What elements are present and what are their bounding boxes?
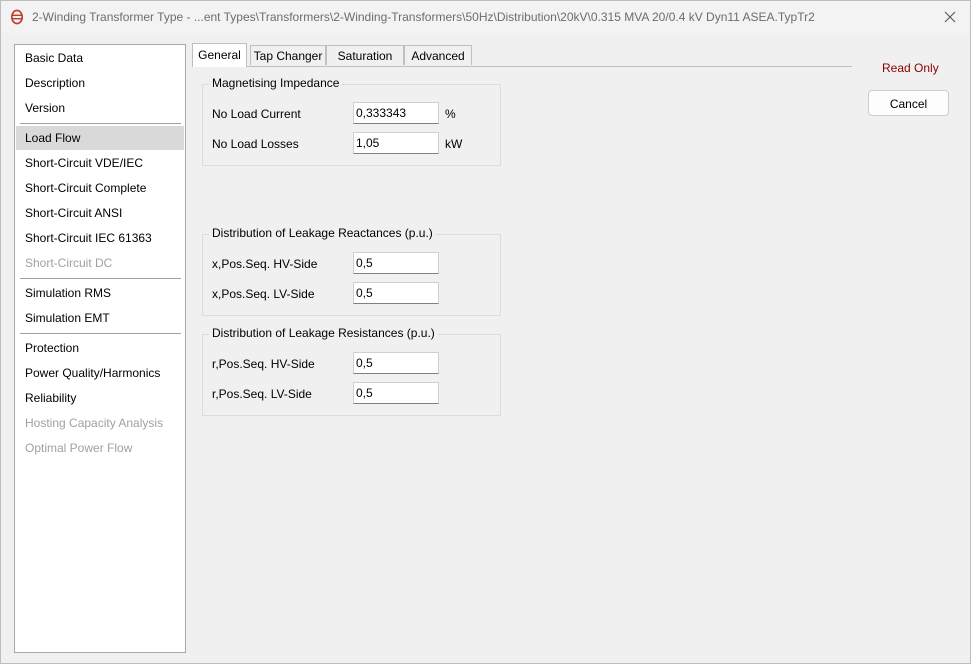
tab-advanced[interactable]: Advanced — [404, 45, 472, 65]
x-lv-side-input[interactable] — [353, 282, 439, 304]
sidebar-item-version[interactable]: Version — [16, 96, 184, 120]
x-lv-side-label: x,Pos.Seq. LV-Side — [212, 287, 315, 301]
no-load-losses-unit: kW — [445, 137, 463, 151]
sidebar-item-optimal-power-flow: Optimal Power Flow — [25, 441, 133, 455]
sidebar-item-basic-data[interactable]: Basic Data — [16, 46, 184, 70]
sidebar-item-power-quality-harmonics[interactable]: Power Quality/Harmonics — [16, 361, 184, 385]
sidebar-separator — [20, 278, 181, 279]
group-title: Distribution of Leakage Reactances (p.u.… — [209, 226, 436, 240]
title-bar: 2-Winding Transformer Type - ...ent Type… — [1, 1, 970, 33]
sidebar-item-short-circuit-ansi[interactable]: Short-Circuit ANSI — [16, 201, 184, 225]
group-title: Distribution of Leakage Resistances (p.u… — [209, 326, 438, 340]
sidebar-item-load-flow[interactable]: Load Flow — [16, 126, 184, 150]
close-button[interactable] — [938, 5, 962, 29]
no-load-current-label: No Load Current — [212, 107, 301, 121]
no-load-losses-label: No Load Losses — [212, 137, 299, 151]
sidebar-separator — [20, 123, 181, 124]
r-lv-side-label: r,Pos.Seq. LV-Side — [212, 387, 312, 401]
cancel-button[interactable]: Cancel — [868, 90, 949, 116]
sidebar-nav: Basic Data Description Version Load Flow… — [14, 44, 186, 653]
group-leakage-resistances: Distribution of Leakage Resistances (p.u… — [202, 326, 501, 416]
r-lv-side-input[interactable] — [353, 382, 439, 404]
powerfactory-app-icon — [11, 9, 23, 25]
r-hv-side-input[interactable] — [353, 352, 439, 374]
tab-general[interactable]: General — [192, 43, 247, 67]
window-title: 2-Winding Transformer Type - ...ent Type… — [32, 10, 815, 24]
sidebar-item-short-circuit-iec-61363[interactable]: Short-Circuit IEC 61363 — [16, 226, 184, 250]
sidebar-item-short-circuit-vde-iec[interactable]: Short-Circuit VDE/IEC — [16, 151, 184, 175]
r-hv-side-label: r,Pos.Seq. HV-Side — [212, 357, 315, 371]
sidebar-item-description[interactable]: Description — [16, 71, 184, 95]
tab-saturation[interactable]: Saturation — [326, 45, 404, 65]
no-load-losses-input[interactable] — [353, 132, 439, 154]
sidebar-item-short-circuit-complete[interactable]: Short-Circuit Complete — [16, 176, 184, 200]
close-icon — [944, 11, 956, 23]
sidebar-separator — [20, 333, 181, 334]
group-magnetising-impedance: Magnetising Impedance No Load Current % … — [202, 76, 501, 166]
tab-tap-changer[interactable]: Tap Changer — [250, 45, 326, 65]
sidebar-item-protection[interactable]: Protection — [16, 336, 184, 360]
sidebar-item-short-circuit-dc: Short-Circuit DC — [25, 256, 113, 270]
group-leakage-reactances: Distribution of Leakage Reactances (p.u.… — [202, 226, 501, 316]
no-load-current-unit: % — [445, 107, 456, 121]
read-only-label: Read Only — [882, 61, 939, 75]
group-title: Magnetising Impedance — [209, 76, 343, 90]
sidebar-item-simulation-rms[interactable]: Simulation RMS — [16, 281, 184, 305]
x-hv-side-label: x,Pos.Seq. HV-Side — [212, 257, 318, 271]
sidebar-item-reliability[interactable]: Reliability — [16, 386, 184, 410]
dialog-window: 2-Winding Transformer Type - ...ent Type… — [0, 0, 971, 664]
tab-divider — [192, 66, 852, 67]
no-load-current-input[interactable] — [353, 102, 439, 124]
sidebar-item-simulation-emt[interactable]: Simulation EMT — [16, 306, 184, 330]
sidebar-item-hosting-capacity-analysis: Hosting Capacity Analysis — [25, 416, 164, 430]
x-hv-side-input[interactable] — [353, 252, 439, 274]
